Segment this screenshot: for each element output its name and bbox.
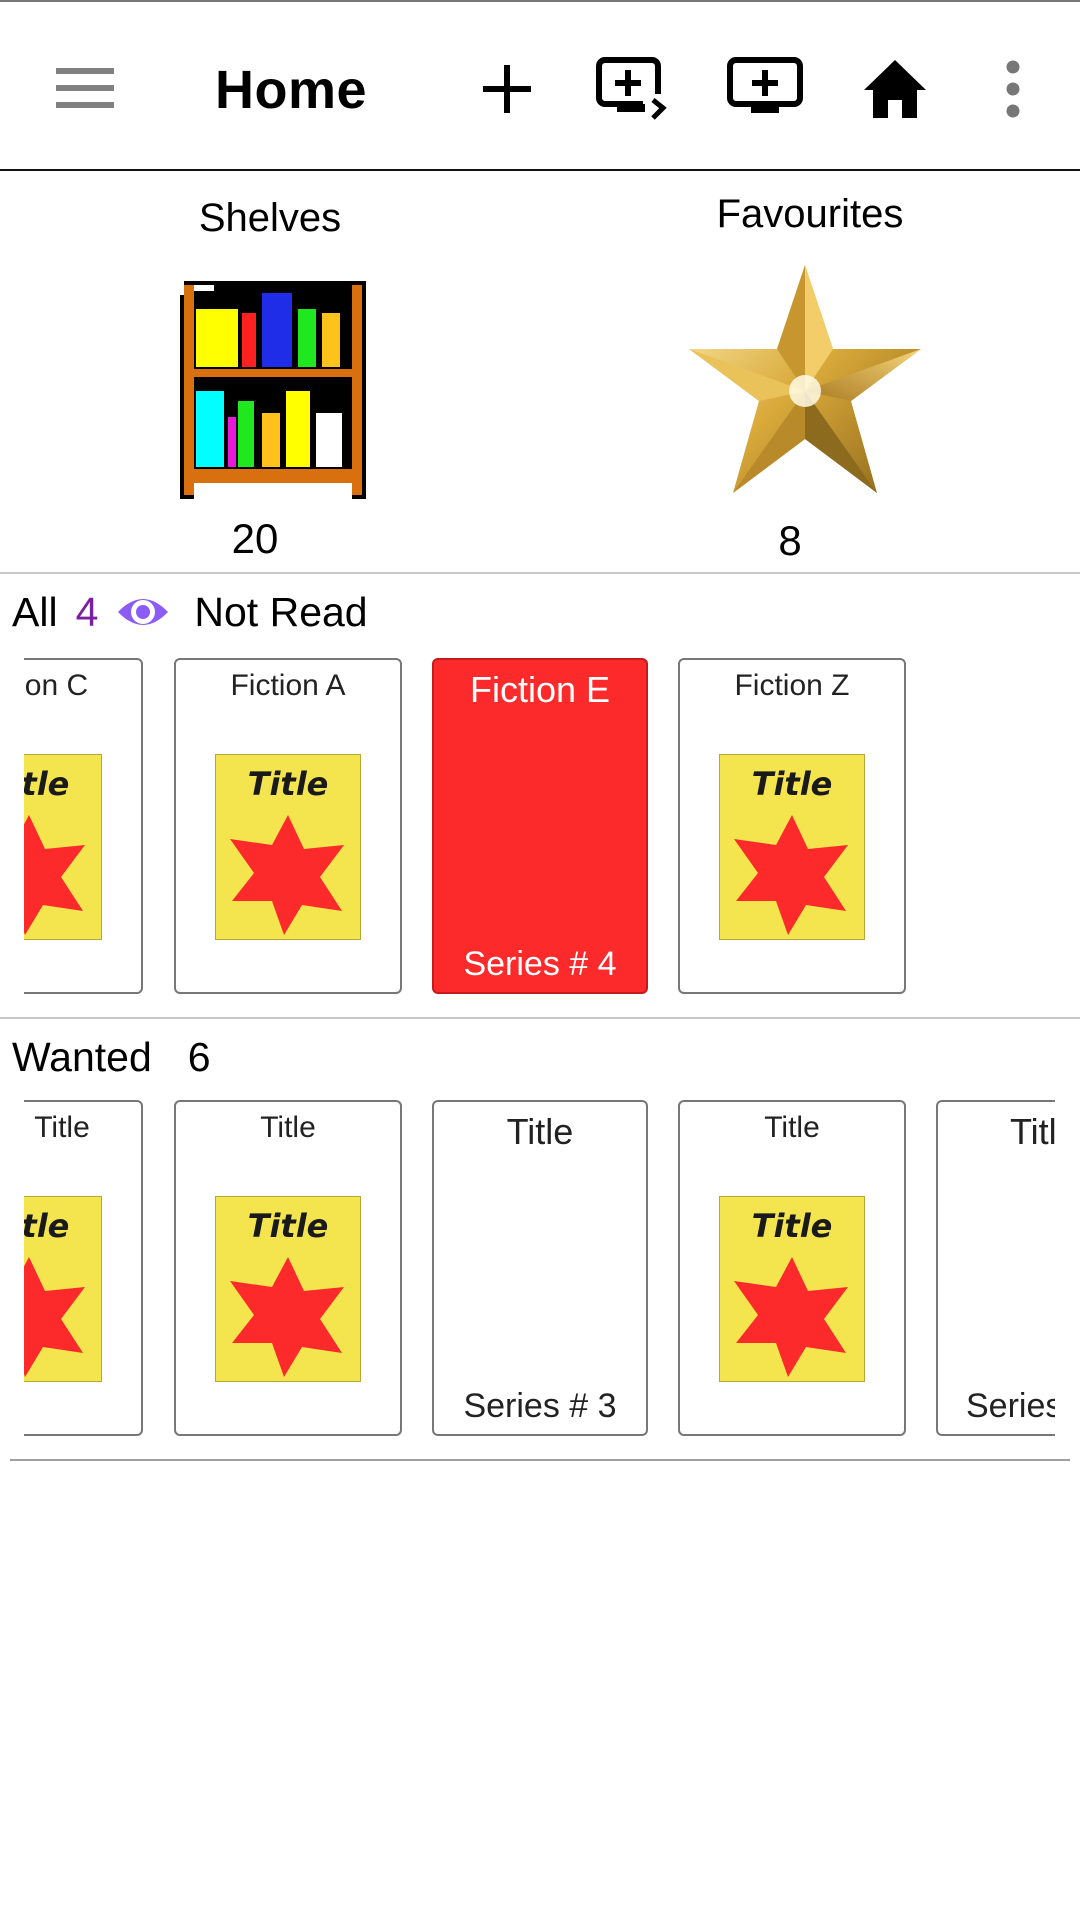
book-cover: Title	[215, 754, 361, 940]
book-card[interactable]: Title Title	[174, 1100, 402, 1436]
menu-button[interactable]	[40, 52, 130, 124]
book-card[interactable]: Title Title	[24, 1100, 143, 1436]
favourites-label: Favourites	[716, 192, 904, 236]
book-row-all[interactable]: Fiction C Title Fiction A Title Fiction …	[24, 658, 1055, 996]
section-divider	[0, 572, 1080, 574]
shelves-tile[interactable]: Shelves 20	[120, 186, 420, 566]
red-star-icon	[734, 815, 848, 935]
section-divider	[0, 1017, 1080, 1019]
book-title: Title	[260, 1111, 316, 1144]
section-header-wanted: Wanted 6	[12, 1032, 211, 1082]
favourites-tile[interactable]: Favourites 8	[590, 186, 1030, 566]
red-star-icon	[230, 1257, 344, 1377]
cover-title: Title	[24, 1207, 70, 1245]
book-series: Series # 3	[463, 1387, 617, 1425]
book-cover: Title	[719, 1196, 865, 1382]
book-cover: Title	[24, 1196, 102, 1382]
book-row-wanted[interactable]: Title Title Title Title Title Series # 3…	[24, 1100, 1055, 1438]
shelves-count: 20	[231, 515, 279, 562]
book-cover: Title	[215, 1196, 361, 1382]
red-star-icon	[230, 815, 344, 935]
home-icon	[864, 60, 926, 118]
cover-title: Title	[751, 765, 833, 803]
add-screen-button[interactable]	[720, 50, 810, 128]
cover-title: Title	[751, 1207, 833, 1245]
book-card[interactable]: Title Series	[936, 1100, 1055, 1436]
home-button[interactable]	[855, 50, 935, 128]
gold-star-icon	[689, 265, 921, 493]
hamburger-menu-icon	[56, 68, 114, 108]
section-label: Wanted	[12, 1034, 152, 1080]
book-title: Title	[764, 1111, 820, 1144]
monitor-plus-arrow-icon	[596, 57, 667, 120]
red-star-icon	[24, 1257, 85, 1377]
more-options-button[interactable]	[990, 50, 1036, 128]
page-title: Home	[215, 60, 368, 120]
book-title: Fiction Z	[734, 669, 850, 702]
monitor-plus-icon	[727, 57, 803, 113]
book-title: Title	[1010, 1111, 1055, 1152]
section-count: 4	[75, 589, 99, 635]
filter-label[interactable]: Not Read	[194, 587, 367, 637]
book-title: Fiction A	[230, 669, 346, 702]
book-card[interactable]: Fiction C Title	[24, 658, 143, 994]
book-title: Title	[34, 1111, 90, 1144]
book-card[interactable]: Fiction Z Title	[678, 658, 906, 994]
add-screen-go-button[interactable]	[590, 50, 680, 128]
eye-icon[interactable]	[116, 592, 170, 632]
app-bar: Home	[0, 2, 1080, 170]
section-label: All	[12, 589, 58, 635]
shelves-label: Shelves	[198, 196, 342, 240]
cover-title: Title	[247, 1207, 329, 1245]
cover-title: Title	[24, 765, 70, 803]
cover-title: Title	[247, 765, 329, 803]
book-title: Fiction C	[24, 669, 89, 702]
section-count: 6	[187, 1034, 211, 1080]
summary-panel: Shelves 20 Favourites 8	[0, 171, 1080, 573]
add-book-button[interactable]	[470, 52, 544, 126]
book-title: Fiction E	[469, 669, 611, 710]
book-title: Title	[506, 1111, 574, 1152]
book-cover: Title	[719, 754, 865, 940]
section-header-all: All 4 Not Read	[12, 587, 368, 637]
more-vertical-icon	[1006, 60, 1020, 118]
book-card[interactable]: Title Series # 3	[432, 1100, 648, 1436]
plus-icon	[483, 65, 531, 113]
book-series: Series	[966, 1387, 1055, 1425]
red-star-icon	[24, 815, 85, 935]
favourites-count: 8	[778, 517, 802, 564]
book-card[interactable]: Fiction A Title	[174, 658, 402, 994]
section-divider	[10, 1459, 1070, 1461]
bookcase-icon	[180, 281, 366, 499]
book-card[interactable]: Title Title	[678, 1100, 906, 1436]
book-cover: Title	[24, 754, 102, 940]
book-series: Series # 4	[463, 945, 617, 983]
book-card-highlighted[interactable]: Fiction E Series # 4	[432, 658, 648, 994]
red-star-icon	[734, 1257, 848, 1377]
